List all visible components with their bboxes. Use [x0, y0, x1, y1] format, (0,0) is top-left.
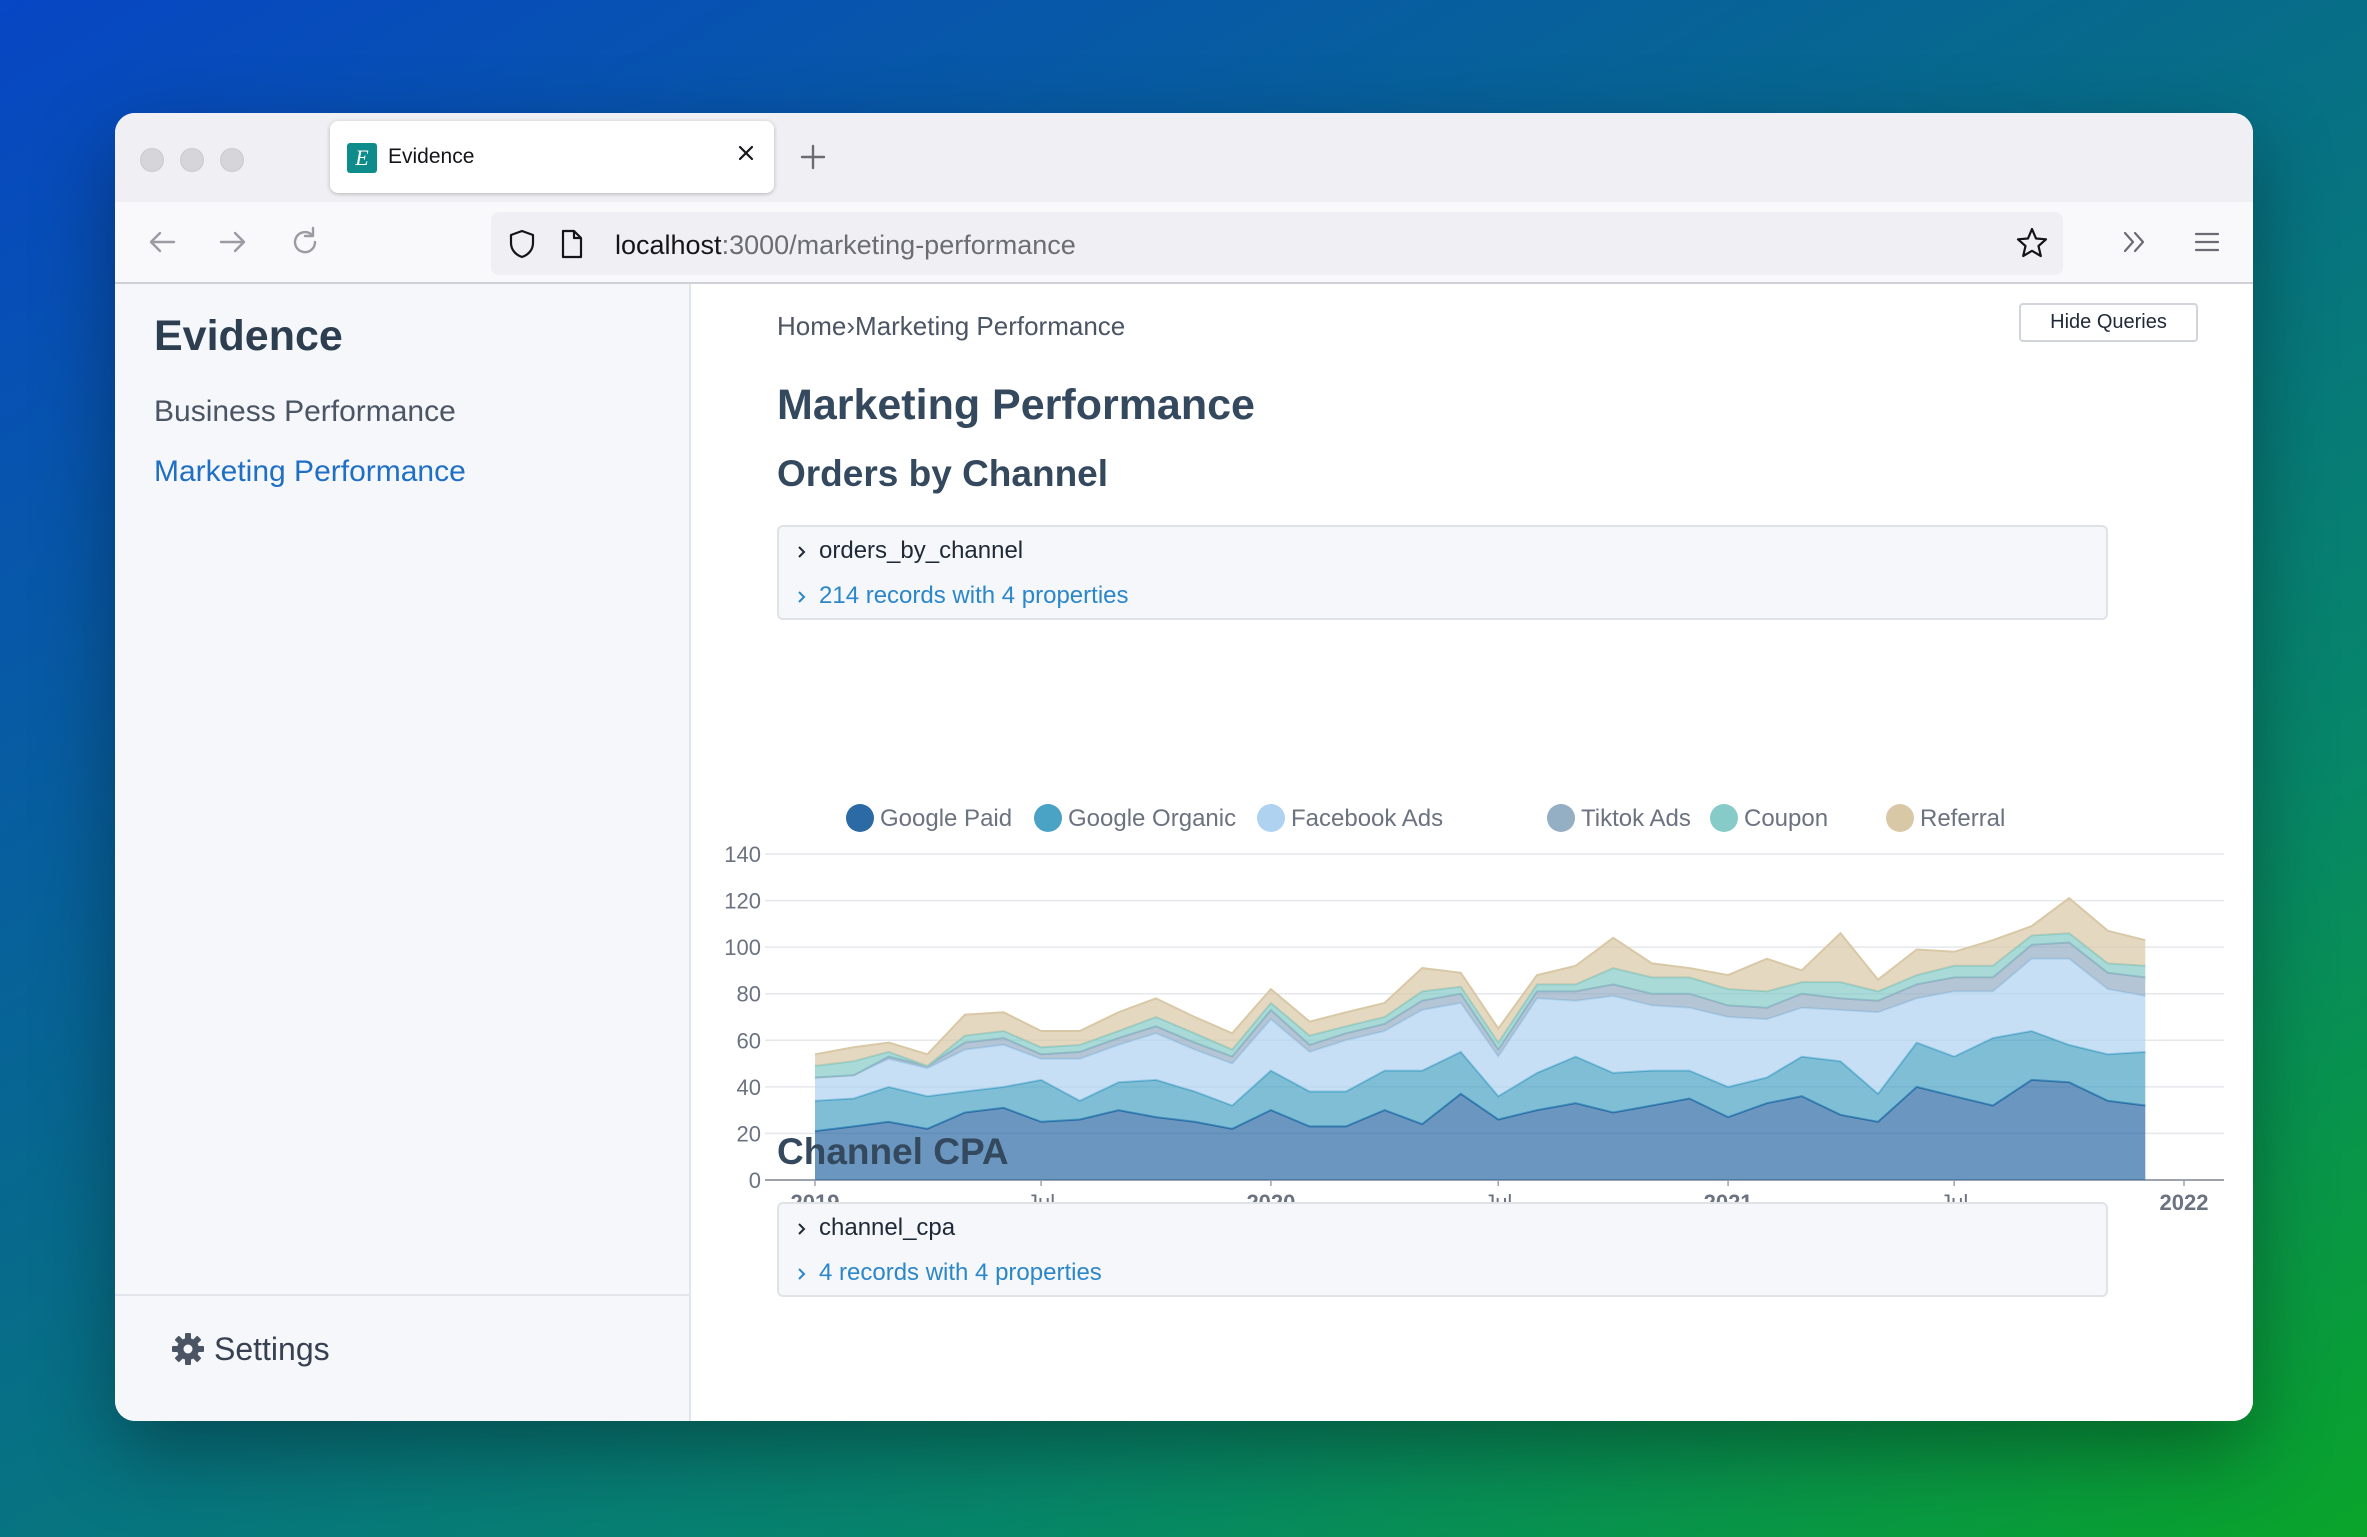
close-tab-icon[interactable] [732, 139, 760, 167]
browser-window: E Evidence localhost:3000/marketing-perf… [115, 113, 2253, 1421]
legend-marker [1886, 804, 1914, 832]
browser-toolbar: localhost:3000/marketing-performance [115, 202, 2253, 284]
legend-label: Referral [1920, 805, 2005, 832]
settings-label: Settings [214, 1330, 330, 1367]
sidebar-item-marketing-performance[interactable]: Marketing Performance [154, 455, 466, 489]
legend-marker [1034, 804, 1062, 832]
y-tick-label: 140 [724, 842, 761, 867]
y-tick-label: 100 [724, 935, 761, 960]
url-bar[interactable]: localhost:3000/marketing-performance [491, 212, 2063, 275]
breadcrumb-separator: › [846, 311, 856, 341]
settings-link[interactable]: Settings [170, 1327, 330, 1371]
chevron-right-icon[interactable] [797, 590, 807, 604]
query-records-link[interactable]: 214 records with 4 properties [819, 582, 1129, 610]
tab-bar: E Evidence [115, 113, 2253, 202]
browser-tab[interactable]: E Evidence [330, 121, 774, 193]
maximize-window-button[interactable] [220, 148, 244, 172]
back-arrow-icon[interactable] [144, 224, 180, 260]
chevron-right-icon[interactable] [797, 1267, 807, 1281]
minimize-window-button[interactable] [180, 148, 204, 172]
area-referral [815, 898, 2146, 1066]
breadcrumb-home[interactable]: Home [777, 311, 846, 341]
menu-hamburger-icon[interactable] [2189, 224, 2225, 260]
area-google-organic [815, 1031, 2146, 1132]
forward-arrow-icon[interactable] [215, 224, 251, 260]
area-tiktok-ads [815, 942, 2146, 1078]
url-text[interactable]: localhost:3000/marketing-performance [615, 230, 1076, 261]
legend-label: Facebook Ads [1291, 805, 1443, 832]
section-title-orders-by-channel: Orders by Channel [777, 453, 1109, 494]
sidebar-item-business-performance[interactable]: Business Performance [154, 395, 456, 429]
tab-title: Evidence [388, 145, 475, 168]
overflow-chevrons-icon[interactable] [2117, 224, 2153, 260]
chevron-right-icon[interactable] [797, 545, 807, 559]
line-google-organic [814, 1029, 2146, 1107]
area-facebook-ads [815, 958, 2146, 1106]
sidebar-divider [115, 1294, 689, 1296]
bookmark-star-icon[interactable] [2015, 226, 2049, 260]
section-title-channel-cpa: Channel CPA [777, 1131, 1009, 1172]
legend-label: Google Paid [880, 805, 1012, 832]
main-content: Home›Marketing Performance Hide Queries … [691, 284, 2253, 1421]
area-coupon [815, 933, 2146, 1078]
legend-label: Coupon [1744, 805, 1828, 832]
chevron-right-icon[interactable] [797, 1222, 807, 1236]
query-name[interactable]: orders_by_channel [819, 537, 1023, 565]
legend-label: Tiktok Ads [1581, 805, 1691, 832]
line-coupon [814, 932, 2146, 1068]
reload-icon[interactable] [287, 224, 323, 260]
y-tick-label: 120 [724, 889, 761, 914]
line-tiktok-ads [814, 941, 2146, 1079]
brand-title[interactable]: Evidence [154, 312, 343, 361]
area-google-paid [815, 1079, 2146, 1180]
page-title: Marketing Performance [777, 381, 1255, 429]
breadcrumb: Home›Marketing Performance [777, 311, 1125, 342]
line-google-paid [814, 1078, 2146, 1133]
legend-label: Google Organic [1068, 805, 1236, 832]
query-viewer-orders-by-channel: orders_by_channel 214 records with 4 pro… [777, 525, 2108, 620]
breadcrumb-current: Marketing Performance [855, 311, 1126, 341]
legend-marker [1257, 804, 1285, 832]
y-tick-label: 60 [737, 1028, 761, 1053]
page-icon [561, 229, 583, 259]
y-tick-label: 0 [749, 1168, 761, 1193]
line-facebook-ads [814, 957, 2146, 1079]
shield-icon[interactable] [505, 227, 539, 261]
legend-marker [1547, 804, 1575, 832]
query-name[interactable]: channel_cpa [819, 1214, 955, 1242]
sidebar: Evidence Business Performance Marketing … [115, 284, 691, 1421]
gear-icon [172, 1333, 204, 1365]
hide-queries-button[interactable]: Hide Queries [2019, 303, 2198, 342]
close-window-button[interactable] [140, 148, 164, 172]
evidence-favicon-icon: E [347, 143, 377, 173]
query-records-link[interactable]: 4 records with 4 properties [819, 1259, 1102, 1287]
new-tab-icon[interactable] [798, 142, 828, 172]
legend-marker [846, 804, 874, 832]
legend-marker [1710, 804, 1738, 832]
line-referral [814, 896, 2146, 1056]
query-viewer-channel-cpa: channel_cpa 4 records with 4 properties [777, 1202, 2108, 1297]
y-tick-label: 80 [737, 982, 761, 1007]
x-tick-label: 2022 [2160, 1190, 2209, 1215]
y-tick-label: 40 [737, 1075, 761, 1100]
y-tick-label: 20 [737, 1121, 761, 1146]
